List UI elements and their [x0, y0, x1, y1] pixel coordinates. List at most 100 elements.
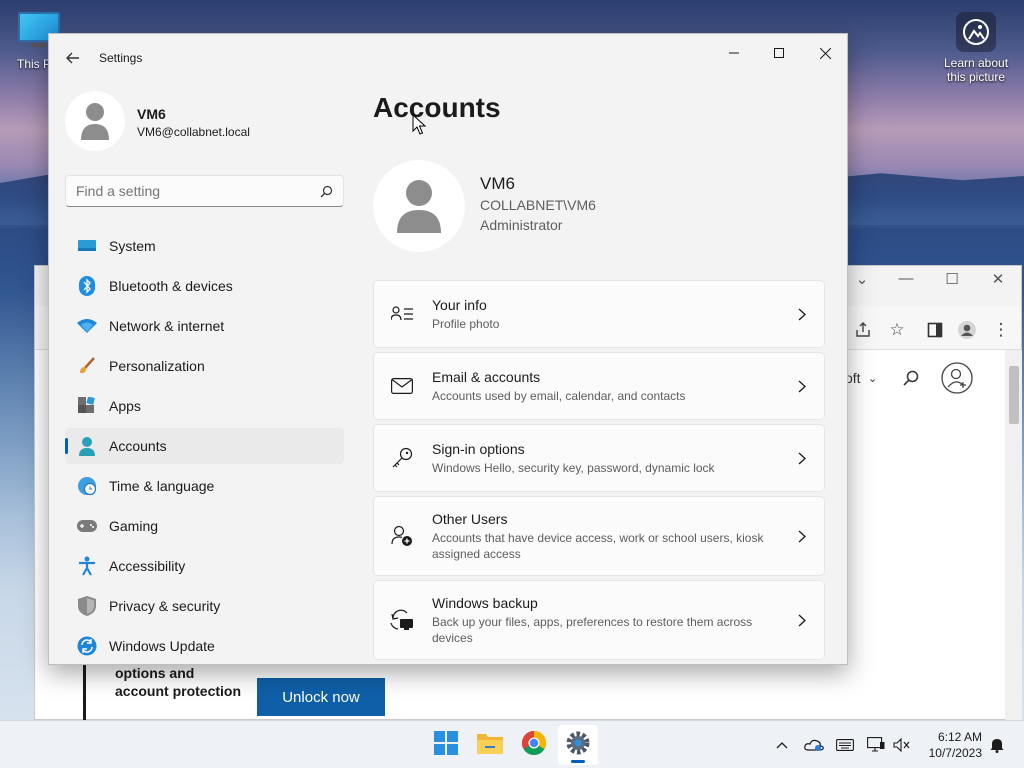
account-role: Administrator [480, 217, 563, 233]
browser-scroll-thumb[interactable] [1009, 366, 1019, 424]
card-title: Sign-in options [432, 440, 525, 457]
globe-clock-icon [77, 476, 97, 496]
nav-item-windows-update[interactable]: Windows Update [65, 628, 344, 664]
system-icon [77, 236, 97, 256]
bluetooth-icon [77, 276, 97, 296]
nav-item-personalization[interactable]: Personalization [65, 348, 344, 384]
clock-time: 6:12 AM [937, 730, 982, 744]
show-hidden-icons-icon[interactable] [772, 735, 792, 755]
onedrive-icon[interactable] [804, 735, 824, 755]
clock[interactable]: 6:12 AM 10/7/2023 [922, 729, 982, 761]
share-icon[interactable] [851, 318, 875, 342]
card-title: Windows backup [432, 594, 538, 611]
backup-icon [390, 608, 414, 632]
chevron-right-icon [794, 306, 810, 322]
active-app-indicator [571, 760, 585, 763]
settings-nav: System Bluetooth & devices Network & int… [65, 228, 344, 664]
account-name: VM6 [480, 174, 515, 193]
card-title: Other Users [432, 510, 508, 527]
chevron-down-icon[interactable]: ⌄ [868, 372, 877, 385]
nav-item-system[interactable]: System [65, 228, 344, 264]
bookmark-star-icon[interactable]: ☆ [885, 318, 909, 342]
mail-icon [390, 374, 414, 398]
nav-label: Time & language [109, 478, 215, 494]
close-button[interactable] [802, 38, 847, 68]
nav-label: Windows Update [109, 638, 215, 654]
card-subtitle: Windows Hello, security key, password, d… [432, 460, 715, 475]
learn-about-picture[interactable]: Learn about this picture [940, 12, 1012, 84]
nav-item-accessibility[interactable]: Accessibility [65, 548, 344, 584]
app-title: Settings [99, 51, 143, 65]
browser-minimize-button[interactable]: — [891, 270, 921, 287]
minimize-button[interactable] [711, 38, 757, 68]
chevron-right-icon [794, 450, 810, 466]
brush-icon [77, 356, 97, 376]
account-avatar[interactable] [373, 160, 465, 252]
chrome-icon [521, 730, 547, 761]
nav-item-network[interactable]: Network & internet [65, 308, 344, 344]
search-input[interactable] [65, 175, 344, 207]
notification-bell-icon[interactable] [987, 735, 1007, 755]
network-monitor-icon[interactable] [866, 735, 886, 755]
nav-label: Bluetooth & devices [109, 278, 233, 294]
chevron-right-icon [794, 612, 810, 628]
browser-close-button[interactable]: ✕ [983, 270, 1013, 288]
mouse-cursor-icon [412, 113, 427, 136]
accounts-icon [77, 436, 97, 456]
nav-label: Gaming [109, 518, 159, 534]
search-icon[interactable] [899, 366, 923, 390]
tab-dropdown-icon[interactable]: ⌄ [847, 270, 877, 288]
card-subtitle: Profile photo [432, 316, 500, 331]
card-your-info[interactable]: Your info Profile photo [373, 280, 825, 348]
file-explorer-button[interactable] [470, 725, 510, 765]
keyboard-icon[interactable] [835, 735, 855, 755]
clock-date: 10/7/2023 [928, 746, 982, 760]
avatar[interactable] [65, 91, 125, 151]
key-icon [390, 446, 414, 470]
card-other-users[interactable]: Other Users Accounts that have device ac… [373, 496, 825, 576]
maximize-button[interactable] [756, 38, 802, 68]
promo-text: options and account protection [115, 665, 242, 699]
card-subtitle: Accounts used by email, calendar, and co… [432, 388, 686, 403]
volume-muted-icon[interactable] [892, 735, 912, 755]
settings-icon [565, 730, 591, 761]
card-subtitle: Back up your files, apps, preferences to… [432, 614, 753, 645]
shield-icon [77, 596, 97, 616]
unlock-now-button[interactable]: Unlock now [257, 678, 385, 716]
nav-item-gaming[interactable]: Gaming [65, 508, 344, 544]
card-title: Your info [432, 296, 487, 313]
file-explorer-icon [477, 732, 503, 759]
profile-email: VM6@collabnet.local [137, 125, 250, 139]
chevron-right-icon [794, 528, 810, 544]
account-domain: COLLABNET\VM6 [480, 197, 596, 213]
nav-item-privacy[interactable]: Privacy & security [65, 588, 344, 624]
back-arrow-icon[interactable] [61, 46, 85, 70]
settings-window[interactable]: Settings VM6 VM6@collabnet.local System … [48, 33, 848, 665]
chevron-right-icon [794, 378, 810, 394]
nav-item-accounts[interactable]: Accounts [65, 428, 344, 464]
card-windows-backup[interactable]: Windows backup Back up your files, apps,… [373, 580, 825, 660]
learn-about-picture-label: Learn about this picture [943, 56, 1009, 84]
gamepad-icon [77, 516, 97, 536]
profile-icon[interactable] [955, 318, 979, 342]
side-panel-icon[interactable] [923, 318, 947, 342]
chrome-button[interactable] [514, 725, 554, 765]
card-title: Email & accounts [432, 368, 541, 385]
nav-item-time-language[interactable]: Time & language [65, 468, 344, 504]
card-email-accounts[interactable]: Email & accounts Accounts used by email,… [373, 352, 825, 420]
search-icon[interactable] [317, 182, 335, 200]
nav-item-apps[interactable]: Apps [65, 388, 344, 424]
nav-label: System [109, 238, 156, 254]
camera-icon [956, 12, 996, 52]
card-sign-in-options[interactable]: Sign-in options Windows Hello, security … [373, 424, 825, 492]
start-button[interactable] [426, 725, 466, 765]
settings-taskbar-button[interactable] [558, 725, 598, 765]
nav-label: Apps [109, 398, 141, 414]
card-subtitle: Accounts that have device access, work o… [432, 530, 764, 561]
browser-menu-icon[interactable]: ⋮ [989, 318, 1013, 342]
nav-item-bluetooth[interactable]: Bluetooth & devices [65, 268, 344, 304]
apps-icon [77, 396, 97, 416]
browser-maximize-button[interactable]: ☐ [937, 270, 967, 288]
wifi-icon [77, 316, 97, 336]
sign-in-icon[interactable] [941, 362, 973, 394]
